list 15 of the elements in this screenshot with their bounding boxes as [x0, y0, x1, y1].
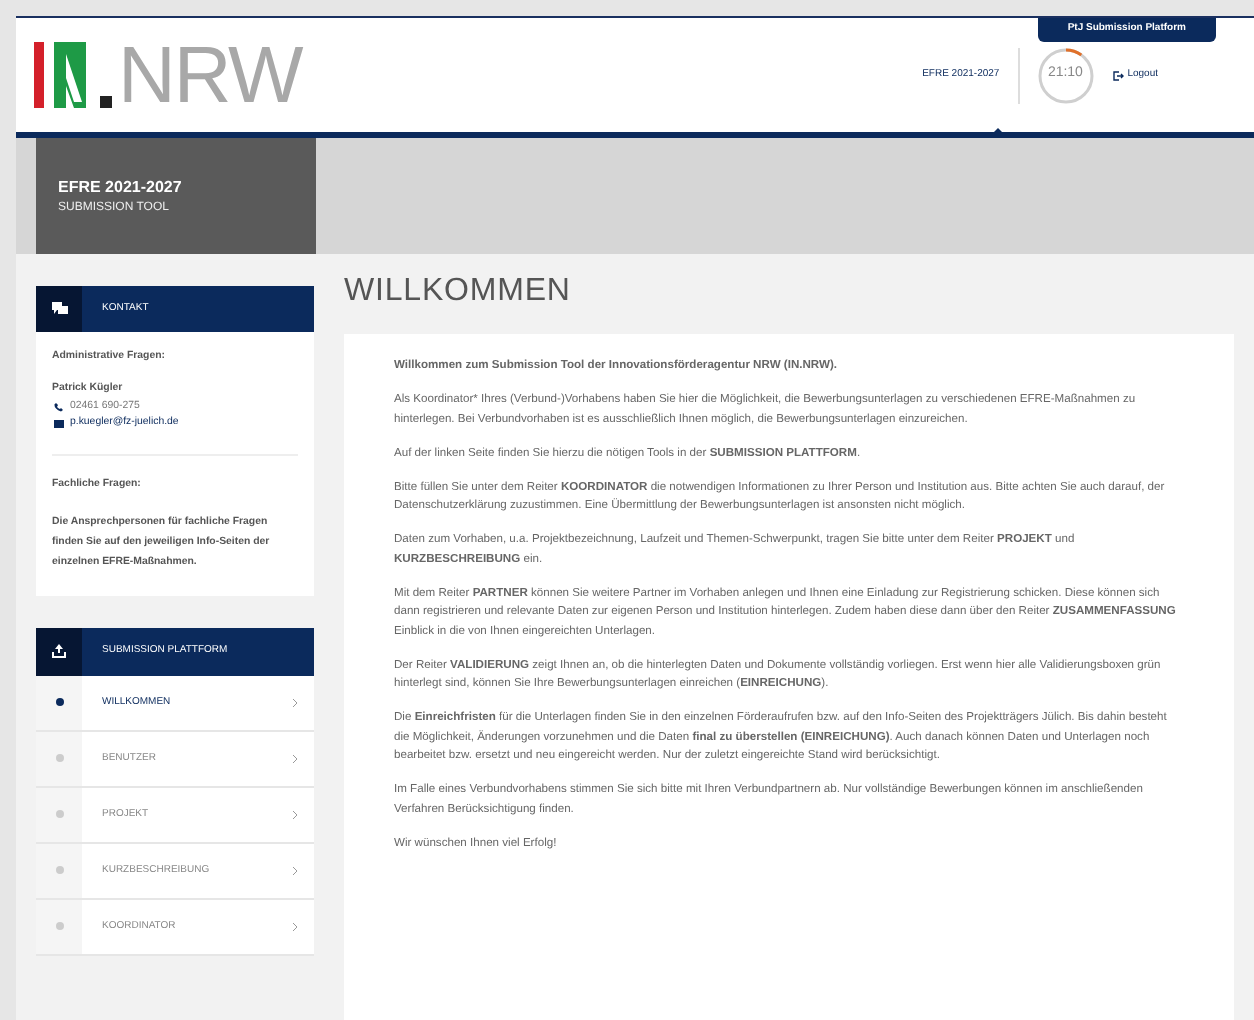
chevron-icon — [292, 753, 298, 764]
phone-icon — [54, 401, 64, 412]
chevron-icon — [292, 865, 298, 876]
banner-title: EFRE 2021-2027 — [58, 175, 184, 199]
chevron-icon — [292, 809, 298, 820]
mail-icon — [54, 420, 64, 429]
chevron-icon — [292, 697, 298, 708]
logout-icon — [1111, 69, 1124, 81]
chevron-icon — [292, 921, 298, 932]
logo-text: NRW — [118, 41, 302, 109]
page-heading: WILLKOMMEN — [344, 274, 573, 310]
upload-icon — [52, 644, 66, 659]
logo-icon — [34, 41, 118, 109]
pointer-icon — [988, 128, 1008, 138]
chat-icon — [51, 302, 67, 316]
